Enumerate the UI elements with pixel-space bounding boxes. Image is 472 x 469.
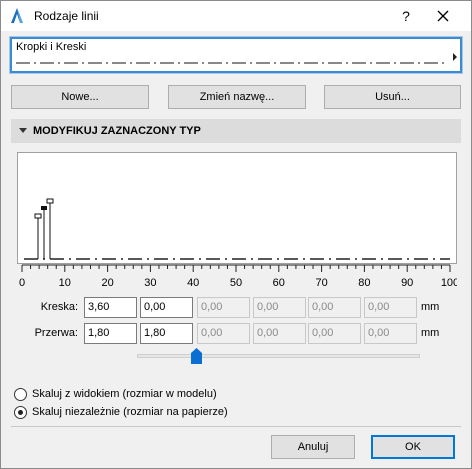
dash-label: Kreska: <box>40 301 78 313</box>
rename-button[interactable]: Zmień nazwę... <box>168 85 306 109</box>
dash-field-6: 0,00 <box>364 297 417 318</box>
dash-field-3: 0,00 <box>197 297 250 318</box>
gap-field-1[interactable]: 1,80 <box>84 323 137 344</box>
dash-field-5: 0,00 <box>308 297 361 318</box>
scale-with-view-radio[interactable] <box>14 388 27 401</box>
scale-slider-track[interactable] <box>137 354 420 358</box>
ruler-tick-label: 70 <box>315 277 327 289</box>
ruler-svg: 0 10 20 30 40 50 60 70 80 90 100 <box>19 264 459 289</box>
section-title: MODYFIKUJ ZAZNACZONY TYP <box>33 125 201 137</box>
ruler-tick-label: 90 <box>401 277 413 289</box>
scale-slider-thumb[interactable] <box>191 348 202 364</box>
scale-independent-radio[interactable] <box>14 406 27 419</box>
ruler-tick-label: 0 <box>19 277 25 289</box>
dash-field-1[interactable]: 3,60 <box>84 297 137 318</box>
gap-unit: mm <box>421 327 440 339</box>
ruler-tick-label: 50 <box>230 277 242 289</box>
line-type-select[interactable]: Kropki i Kreski <box>9 36 463 74</box>
gap-label: Przerwa: <box>34 327 78 339</box>
gap-field-3: 0,00 <box>197 323 250 344</box>
gap-field-2[interactable]: 1,80 <box>140 323 193 344</box>
close-icon[interactable] <box>431 4 455 28</box>
line-type-name: Kropki i Kreski <box>16 41 87 53</box>
ruler-tick-label: 60 <box>273 277 285 289</box>
ruler-tick-label: 40 <box>187 277 199 289</box>
title-bar: Rodzaje linii ? <box>1 1 471 31</box>
window-title: Rodzaje linii <box>34 9 99 23</box>
footer-divider <box>11 426 461 427</box>
chevron-down-icon <box>19 128 27 133</box>
delete-button[interactable]: Usuń... <box>324 85 461 109</box>
gap-field-4: 0,00 <box>253 323 306 344</box>
gap-handle[interactable] <box>41 206 47 259</box>
new-button[interactable]: Nowe... <box>11 85 149 109</box>
ruler-tick-label: 80 <box>358 277 370 289</box>
modify-section-header[interactable]: MODYFIKUJ ZAZNACZONY TYP <box>11 119 461 143</box>
ruler-tick-label: 10 <box>59 277 71 289</box>
ok-button[interactable]: OK <box>371 435 455 459</box>
dash-handle[interactable] <box>34 213 42 259</box>
chevron-right-icon <box>453 53 457 61</box>
gap-field-6: 0,00 <box>364 323 417 344</box>
pattern-preview-canvas <box>24 198 450 260</box>
gap-field-5: 0,00 <box>308 323 361 344</box>
ruler-tick-label: 30 <box>144 277 156 289</box>
line-types-dialog: Rodzaje linii ? Kropki i Kreski Nowe... … <box>0 0 472 469</box>
pattern-preview[interactable] <box>17 152 457 264</box>
ruler: 0 10 20 30 40 50 60 70 80 90 100 <box>17 263 459 291</box>
help-button[interactable]: ? <box>394 5 418 27</box>
dot-handle[interactable] <box>46 198 54 259</box>
cancel-button[interactable]: Anuluj <box>271 435 355 459</box>
scale-with-view-label: Skaluj z widokiem (rozmiar w modelu) <box>32 388 217 400</box>
dash-field-2[interactable]: 0,00 <box>140 297 193 318</box>
ruler-tick-label: 20 <box>101 277 113 289</box>
app-icon <box>11 8 23 23</box>
dash-unit: mm <box>421 301 440 313</box>
dash-field-4: 0,00 <box>253 297 306 318</box>
scale-independent-label: Skaluj niezależnie (rozmiar na papierze) <box>32 406 228 418</box>
line-type-preview <box>16 62 446 64</box>
ruler-tick-label: 100 <box>441 277 457 289</box>
